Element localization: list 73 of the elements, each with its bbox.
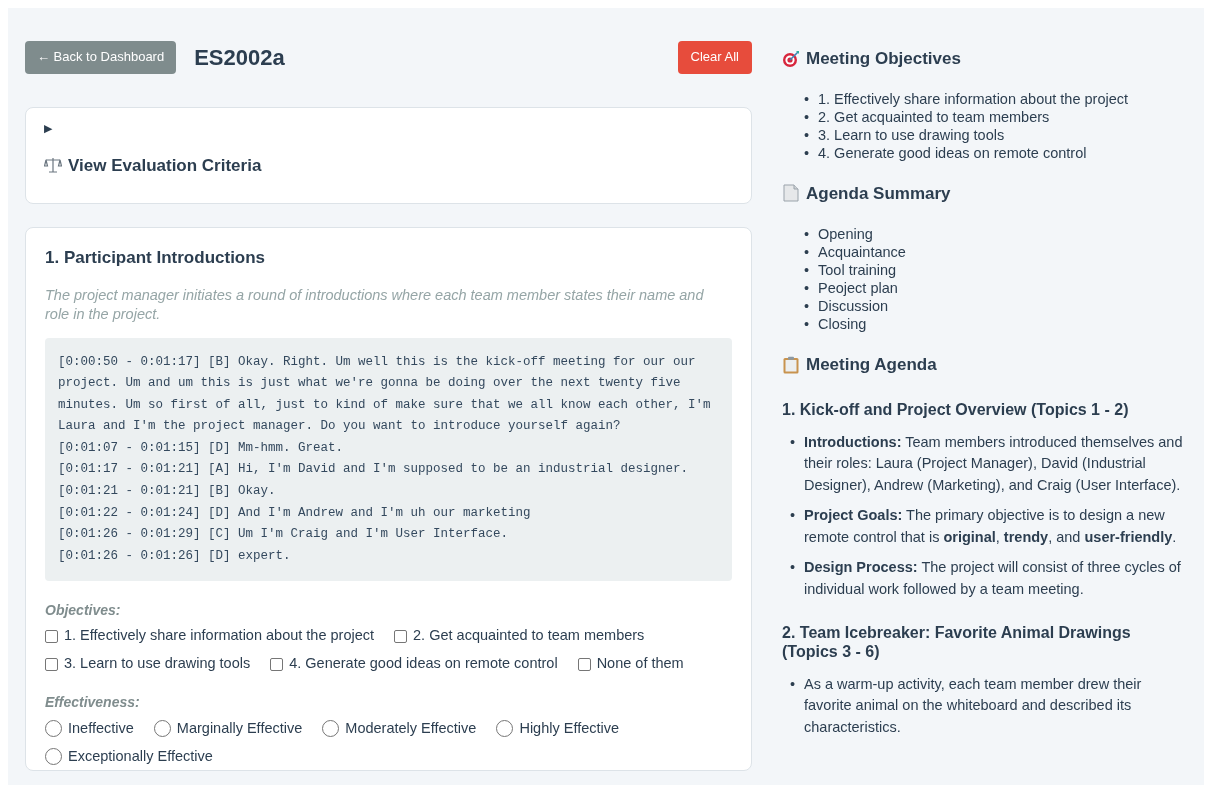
effectiveness-label: Marginally Effective <box>176 718 303 738</box>
clipboard-icon <box>782 355 800 374</box>
objective-item: 1. Effectively share information about the project <box>818 89 1129 108</box>
bullet-marker: • <box>804 279 811 297</box>
transcript-line: [0:01:22 - 0:01:24] [D] And I'm Andrew and I'm uh our marketing <box>58 504 532 522</box>
page-title: ES2002a <box>194 43 285 72</box>
objective-item: 4. Generate good ideas on remote control <box>818 143 1087 162</box>
bullet-marker: • <box>790 674 797 694</box>
agenda-item: Project Goals: The primary objective is to design a new remote control that is original, trendy, and user-friendly. <box>804 506 1178 547</box>
objective-item: 3. Learn to use drawing tools <box>818 125 1005 144</box>
bullet-marker: • <box>804 315 811 333</box>
transcript-line: [0:01:17 - 0:01:21] [A] Hi, I'm David and I'm supposed to be an industrial designer. <box>58 461 690 479</box>
summary-item: Tool training <box>818 261 897 279</box>
objectives-label: Objectives: <box>45 601 122 621</box>
agenda-item: As a warm-up activity, each team member drew their favorite animal on the whiteboard and described its characteristics. <box>804 674 1143 737</box>
objective-checkbox[interactable] <box>45 629 58 643</box>
objective-label: 3. Learn to use drawing tools <box>64 654 251 674</box>
scale-icon <box>44 156 62 175</box>
bullet-marker: • <box>790 558 797 578</box>
effectiveness-radio[interactable] <box>45 720 62 738</box>
bullet-marker: • <box>804 243 811 261</box>
objective-label: None of them <box>596 654 684 674</box>
transcript-line: [0:01:26 - 0:01:26] [D] expert. <box>58 547 292 565</box>
effectiveness-label: Highly Effective <box>519 718 620 738</box>
transcript-line: [0:01:07 - 0:01:15] [D] Mm-hmm. Great. <box>58 439 345 457</box>
objective-checkbox[interactable] <box>577 657 591 671</box>
bullet-marker: • <box>804 261 811 279</box>
bullet-marker: • <box>804 225 811 243</box>
summary-item: Opening <box>818 225 873 243</box>
summary-item: Acquaintance <box>818 243 906 261</box>
summary-heading: Agenda Summary <box>806 182 951 205</box>
effectiveness-label: Exceptionally Effective <box>68 746 213 766</box>
section-title: 1. Participant Introductions <box>45 247 267 269</box>
bullet-marker: • <box>804 125 811 144</box>
bullet-marker: • <box>790 432 797 452</box>
objective-label: 1. Effectively share information about the project <box>64 626 375 646</box>
transcript-line: [0:01:26 - 0:01:29] [C] Um I'm Craig and I'm User Interface. <box>58 526 510 544</box>
effectiveness-label: Ineffective <box>68 718 134 738</box>
summary-item: Discussion <box>818 297 889 315</box>
agenda-item: Introductions: Team members introduced themselves and their roles: Laura (Project Manager), David (Industrial Designer), Andrew (Marketing), and Craig (User Interface). <box>804 432 1184 495</box>
effectiveness-label: Moderately Effective <box>345 718 477 738</box>
bullet-marker: • <box>804 297 811 315</box>
bullet-marker: • <box>804 107 811 126</box>
effectiveness-label: Effectiveness: <box>45 692 141 712</box>
transcript-line: [0:01:21 - 0:01:21] [B] Okay. <box>58 483 277 501</box>
bullet-marker: • <box>804 89 811 108</box>
agenda-section-title: 2. Team Icebreaker: Favorite Animal Drawings (Topics 3 - 6) <box>782 622 1132 661</box>
objective-checkbox[interactable] <box>394 629 408 643</box>
section-description: The project manager initiates a round of introductions where each team member states their name and role in the project. <box>45 285 705 324</box>
summary-item: Peoject plan <box>818 279 898 297</box>
objective-label: 2. Get acquainted to team members <box>413 626 645 646</box>
effectiveness-radio[interactable] <box>322 720 340 738</box>
bullet-marker: • <box>790 506 797 526</box>
objective-label: 4. Generate good ideas on remote control <box>289 654 558 674</box>
clear-all-button[interactable]: Clear All <box>677 40 752 74</box>
agenda-section-title: 1. Kick-off and Project Overview (Topics 1 - 2) <box>782 399 1130 419</box>
expand-marker[interactable]: ▶ <box>44 120 733 137</box>
summary-item: Closing <box>818 315 867 333</box>
agenda-item: Design Process: The project will consist of three cycles of individual work followed by a team meeting. <box>804 558 1182 600</box>
objective-checkbox[interactable] <box>45 657 58 671</box>
effectiveness-radio[interactable] <box>496 720 514 738</box>
objectives-heading: Meeting Objectives <box>806 48 961 70</box>
page-icon <box>782 184 800 203</box>
objective-item: 2. Get acquainted to team members <box>818 107 1050 126</box>
agenda-heading: Meeting Agenda <box>806 354 937 376</box>
target-icon <box>782 49 800 68</box>
transcript-line: [0:00:50 - 0:01:17] [B] Okay. Right. Um well this is the kick-off meeting for our our project. Um and um this is just what we're gonna be doing over the next twenty five minutes. Um so first of all, just to kind of make sure that we all know each other, I'm Laura and I'm the project manager. Do you want to introduce yourself again? <box>58 353 712 436</box>
criteria-title: View Evaluation Criteria <box>68 154 262 177</box>
bullet-marker: • <box>804 143 811 162</box>
effectiveness-radio[interactable] <box>153 720 171 738</box>
effectiveness-radio[interactable] <box>45 748 62 766</box>
objective-checkbox[interactable] <box>270 657 284 671</box>
criteria-panel[interactable]: ▶ View Evaluation Criteria <box>25 107 752 204</box>
